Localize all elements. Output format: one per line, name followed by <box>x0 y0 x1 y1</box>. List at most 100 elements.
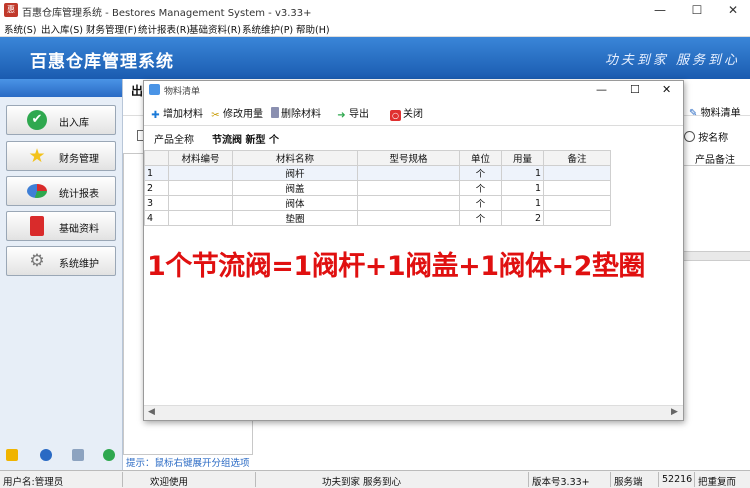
help-icon[interactable] <box>40 449 52 461</box>
unit-cell: 个 <box>459 210 502 226</box>
sidebar-item-label: 统计报表 <box>59 189 99 200</box>
sidebar-item-label: 出入库 <box>59 118 89 129</box>
export-icon: ➜ <box>337 110 346 121</box>
app-icon: 惠 <box>4 3 18 17</box>
dialog-maximize-button[interactable]: ☐ <box>630 83 640 96</box>
table-row[interactable]: 1 阀杆 个 1 <box>144 165 611 181</box>
close-button[interactable]: ✕ <box>716 0 750 20</box>
column-header[interactable]: 材料名称 <box>232 150 358 166</box>
plus-icon: ✚ <box>151 110 160 121</box>
delete-material-button[interactable]: 删除材料 <box>271 105 321 121</box>
maximize-button[interactable]: ☐ <box>680 0 714 20</box>
material-code-cell <box>168 210 233 226</box>
list-icon: ✎ <box>689 108 698 119</box>
sidebar-item-reports[interactable]: 统计报表 <box>6 176 116 206</box>
column-header[interactable] <box>144 150 169 166</box>
annotation-overlay-text: 1个节流阀=1阀杆+1阀盖+1阀体+2垫圈 <box>147 251 645 282</box>
dialog-app-icon <box>149 84 160 95</box>
remark-cell <box>543 165 611 181</box>
column-header[interactable]: 用量 <box>501 150 544 166</box>
dialog-close-button[interactable]: ✕ <box>662 83 671 96</box>
remark-cell <box>543 180 611 196</box>
horizontal-scrollbar[interactable]: ◀ ▶ <box>144 405 683 420</box>
material-code-cell <box>168 165 233 181</box>
window-title: 百惠仓库管理系统 - Bestores Management System - … <box>22 8 312 19</box>
divider <box>610 472 611 487</box>
dialog-title-bar: 物料清单 — ☐ ✕ <box>144 81 683 99</box>
table-row[interactable]: 4 垫圈 个 2 <box>144 210 611 226</box>
row-number-cell: 4 <box>144 210 169 226</box>
trash-icon <box>271 107 279 118</box>
refresh-icon[interactable] <box>103 449 115 461</box>
close-icon: ○ <box>390 110 401 121</box>
menu-stock-io[interactable]: 出入库(S) <box>41 22 83 36</box>
unit-cell: 个 <box>459 180 502 196</box>
menu-finance[interactable]: 财务管理(F) <box>86 22 137 36</box>
row-number-cell: 3 <box>144 195 169 211</box>
scroll-left-icon[interactable]: ◀ <box>148 407 155 417</box>
unit-cell: 个 <box>459 195 502 211</box>
quantity-cell: 1 <box>501 195 544 211</box>
sidebar-item-label: 基础资料 <box>59 224 99 235</box>
book-icon <box>30 216 44 236</box>
sidebar-item-finance[interactable]: ★ 财务管理 <box>6 141 116 171</box>
quantity-cell: 1 <box>501 180 544 196</box>
app-banner: 百惠仓库管理系统 功夫到家 服务到心 <box>0 37 750 79</box>
radio-by-name[interactable]: 按名称 <box>684 129 728 144</box>
menu-help[interactable]: 帮助(H) <box>296 22 330 36</box>
spec-cell <box>357 210 460 226</box>
product-label: 产品全称 <box>154 135 194 146</box>
minimize-button[interactable]: — <box>643 0 677 20</box>
divider <box>528 472 529 487</box>
table-row[interactable]: 3 阀体 个 1 <box>144 195 611 211</box>
banner-title: 百惠仓库管理系统 <box>30 52 174 72</box>
menu-maintenance[interactable]: 系统维护(P) <box>242 22 293 36</box>
material-name-cell: 垫圈 <box>232 210 358 226</box>
product-value: 节流阀 新型 个 <box>212 135 279 146</box>
menu-reports[interactable]: 统计报表(R) <box>138 22 190 36</box>
materials-grid: 材料编号 材料名称 型号规格 单位 用量 备注 1 阀杆 个 1 2 阀盖 个 … <box>144 150 611 226</box>
unit-cell: 个 <box>459 165 502 181</box>
table-row[interactable]: 2 阀盖 个 1 <box>144 180 611 196</box>
divider <box>658 472 659 487</box>
screen-icon[interactable] <box>72 449 84 461</box>
scroll-right-icon[interactable]: ▶ <box>671 407 678 417</box>
main-tab-label[interactable]: 出 <box>131 82 143 99</box>
material-code-cell <box>168 180 233 196</box>
column-header: 产品备注 <box>695 155 735 166</box>
dialog-toolbar: ✚ 增加材料 ✂ 修改用量 删除材料 ➜ 导出 ○ 关闭 <box>144 99 683 126</box>
sidebar-item-basic-data[interactable]: 基础资料 <box>6 211 116 241</box>
sidebar-item-stock-io[interactable]: ✔ 出入库 <box>6 105 116 135</box>
sidebar-item-maintenance[interactable]: ⚙ 系统维护 <box>6 246 116 276</box>
dialog-minimize-button[interactable]: — <box>596 83 607 96</box>
column-header[interactable]: 型号规格 <box>357 150 460 166</box>
tools-icon: ✂ <box>211 110 220 121</box>
sidebar: ✔ 出入库 ★ 财务管理 统计报表 基础资料 ⚙ 系统维护 <box>0 79 123 470</box>
menu-system[interactable]: 系统(S) <box>4 22 36 36</box>
radio-label: 按名称 <box>698 133 729 144</box>
status-port: 52216 <box>662 474 693 485</box>
row-number-cell: 2 <box>144 180 169 196</box>
status-slogan: 功夫到家 服务到心 <box>322 477 402 488</box>
bom-toolbar-button[interactable]: ✎ 物料清单 <box>689 104 741 119</box>
modify-quantity-label: 修改用量 <box>223 109 263 120</box>
column-header[interactable]: 单位 <box>459 150 502 166</box>
close-dialog-button[interactable]: ○ 关闭 <box>390 105 423 121</box>
column-header[interactable]: 备注 <box>543 150 611 166</box>
export-button[interactable]: ➜ 导出 <box>336 105 369 121</box>
divider <box>255 472 256 487</box>
add-material-button[interactable]: ✚ 增加材料 <box>150 105 203 121</box>
edit-icon[interactable] <box>6 449 18 461</box>
remark-cell <box>543 195 611 211</box>
modify-quantity-button[interactable]: ✂ 修改用量 <box>210 105 263 121</box>
status-welcome: 欢迎使用 <box>150 477 189 488</box>
star-icon: ★ <box>28 145 46 167</box>
radio-icon <box>684 131 695 142</box>
sidebar-item-label: 系统维护 <box>59 259 99 270</box>
add-material-label: 增加材料 <box>163 109 203 120</box>
menu-basic-data[interactable]: 基础资料(R) <box>189 22 241 36</box>
bom-toolbar-label: 物料清单 <box>700 108 741 119</box>
hint-text: 提示：鼠标右键展开分组选项 <box>126 458 250 469</box>
pie-chart-icon <box>27 184 47 198</box>
column-header[interactable]: 材料编号 <box>168 150 233 166</box>
